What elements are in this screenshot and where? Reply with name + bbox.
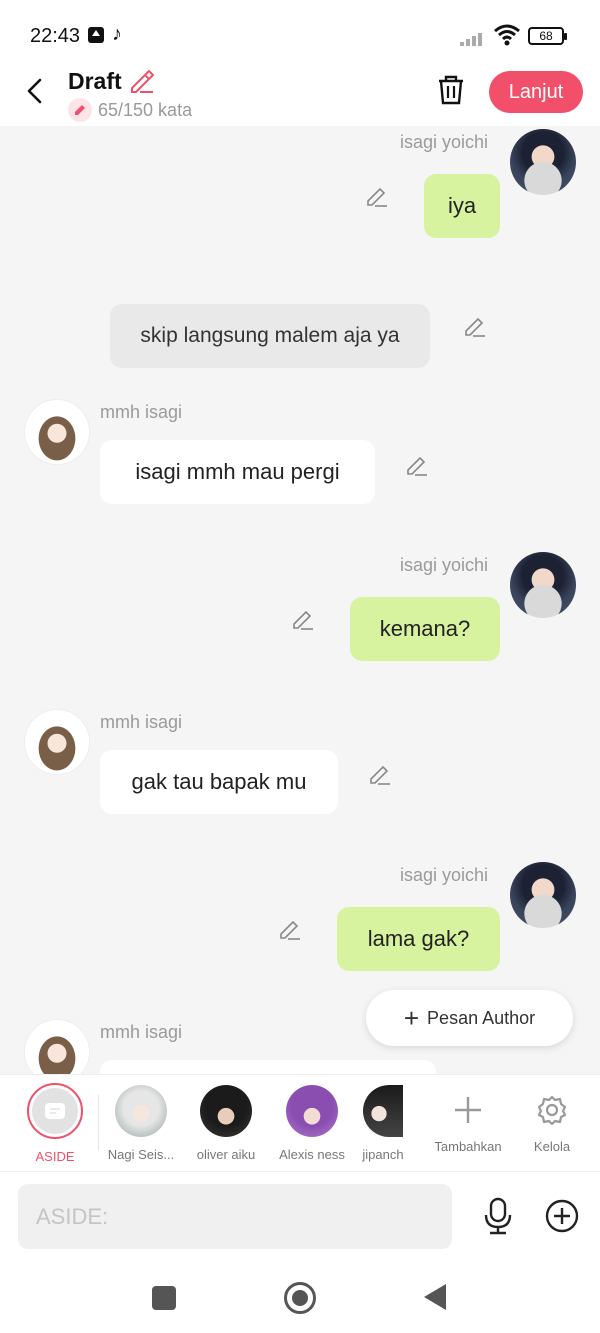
pencil-badge-icon [68, 98, 92, 122]
avatar[interactable] [24, 399, 90, 465]
avatar[interactable] [510, 129, 576, 195]
status-time: 22:43 [30, 25, 81, 47]
avatar[interactable] [510, 552, 576, 618]
microphone-icon[interactable] [480, 1196, 516, 1236]
word-count: 65/150 kata [98, 100, 193, 120]
character-label: jipanch [362, 1147, 404, 1162]
avatar [115, 1085, 167, 1137]
sender-name: mmh isagi [100, 712, 183, 732]
edit-message-icon[interactable] [365, 184, 389, 208]
page-title: Draft [68, 68, 122, 94]
character-bar: ASIDE Nagi Seis... oliver aiku Alexis ne… [0, 1074, 600, 1172]
message-bubble[interactable]: gak tau bapak mu [100, 750, 338, 814]
chat-area[interactable]: isagi yoichi iya skip langsung malem aja… [0, 126, 600, 1074]
add-character-label: Tambahkan [434, 1139, 502, 1154]
status-bar: 22:43 ♪ 68 [0, 0, 600, 62]
battery-icon: 68 [528, 27, 567, 45]
message-input[interactable] [18, 1184, 452, 1249]
sender-name: isagi yoichi [400, 865, 489, 885]
character-nagi[interactable]: Nagi Seis... [99, 1083, 183, 1162]
trash-icon[interactable] [436, 74, 466, 106]
avatar[interactable] [24, 709, 90, 775]
sender-name: mmh isagi [100, 402, 183, 422]
top-bar: Draft 65/150 kata Lanjut [0, 62, 600, 126]
avatar [286, 1085, 338, 1137]
character-label: Nagi Seis... [107, 1147, 175, 1162]
system-nav-bar [0, 1260, 600, 1333]
manage-label: Kelola [533, 1139, 571, 1154]
narration-bubble[interactable]: skip langsung malem aja ya [110, 304, 430, 368]
author-message-label: Pesan Author [427, 1007, 536, 1028]
edit-message-icon[interactable] [368, 762, 392, 786]
signal-icon [460, 30, 488, 46]
add-circle-icon[interactable] [544, 1198, 580, 1234]
tiktok-icon: ♪ [112, 23, 122, 45]
sender-name: isagi yoichi [400, 132, 489, 152]
plus-icon: + [403, 1003, 420, 1033]
plus-icon [455, 1097, 481, 1123]
wifi-icon [494, 24, 520, 46]
author-message-button[interactable]: + Pesan Author [366, 990, 573, 1046]
edit-message-icon[interactable] [291, 607, 315, 631]
message-bubble[interactable]: kemana? [350, 597, 500, 661]
message-bubble[interactable]: lama gak? [337, 907, 500, 971]
chat-icon [45, 1103, 65, 1119]
manage-button[interactable]: Kelola [510, 1083, 594, 1154]
upload-icon [88, 27, 104, 43]
avatar[interactable] [510, 862, 576, 928]
edit-message-icon[interactable] [405, 453, 429, 477]
home-button[interactable] [284, 1282, 316, 1314]
avatar [363, 1085, 403, 1137]
message-bubble[interactable]: iya [424, 174, 500, 238]
sender-name: isagi yoichi [400, 555, 489, 575]
back-icon[interactable] [20, 76, 50, 106]
character-oliver[interactable]: oliver aiku [184, 1083, 268, 1162]
edit-message-icon[interactable] [463, 314, 487, 338]
next-button[interactable]: Lanjut [489, 71, 583, 113]
sender-name: mmh isagi [100, 1022, 183, 1042]
character-label: oliver aiku [196, 1147, 256, 1162]
character-label: ASIDE [35, 1149, 75, 1164]
recents-button[interactable] [152, 1286, 176, 1310]
input-row [0, 1172, 600, 1260]
character-jipanch[interactable]: jipanch [341, 1083, 425, 1162]
message-bubble[interactable] [100, 1060, 436, 1074]
avatar [200, 1085, 252, 1137]
nav-back-button[interactable] [424, 1284, 446, 1310]
avatar[interactable] [24, 1019, 90, 1074]
gear-icon [537, 1095, 567, 1126]
message-bubble[interactable]: isagi mmh mau pergi [100, 440, 375, 504]
edit-message-icon[interactable] [278, 917, 302, 941]
add-character-button[interactable]: Tambahkan [426, 1083, 510, 1154]
edit-title-icon[interactable] [128, 68, 154, 94]
character-aside[interactable]: ASIDE [13, 1083, 97, 1164]
